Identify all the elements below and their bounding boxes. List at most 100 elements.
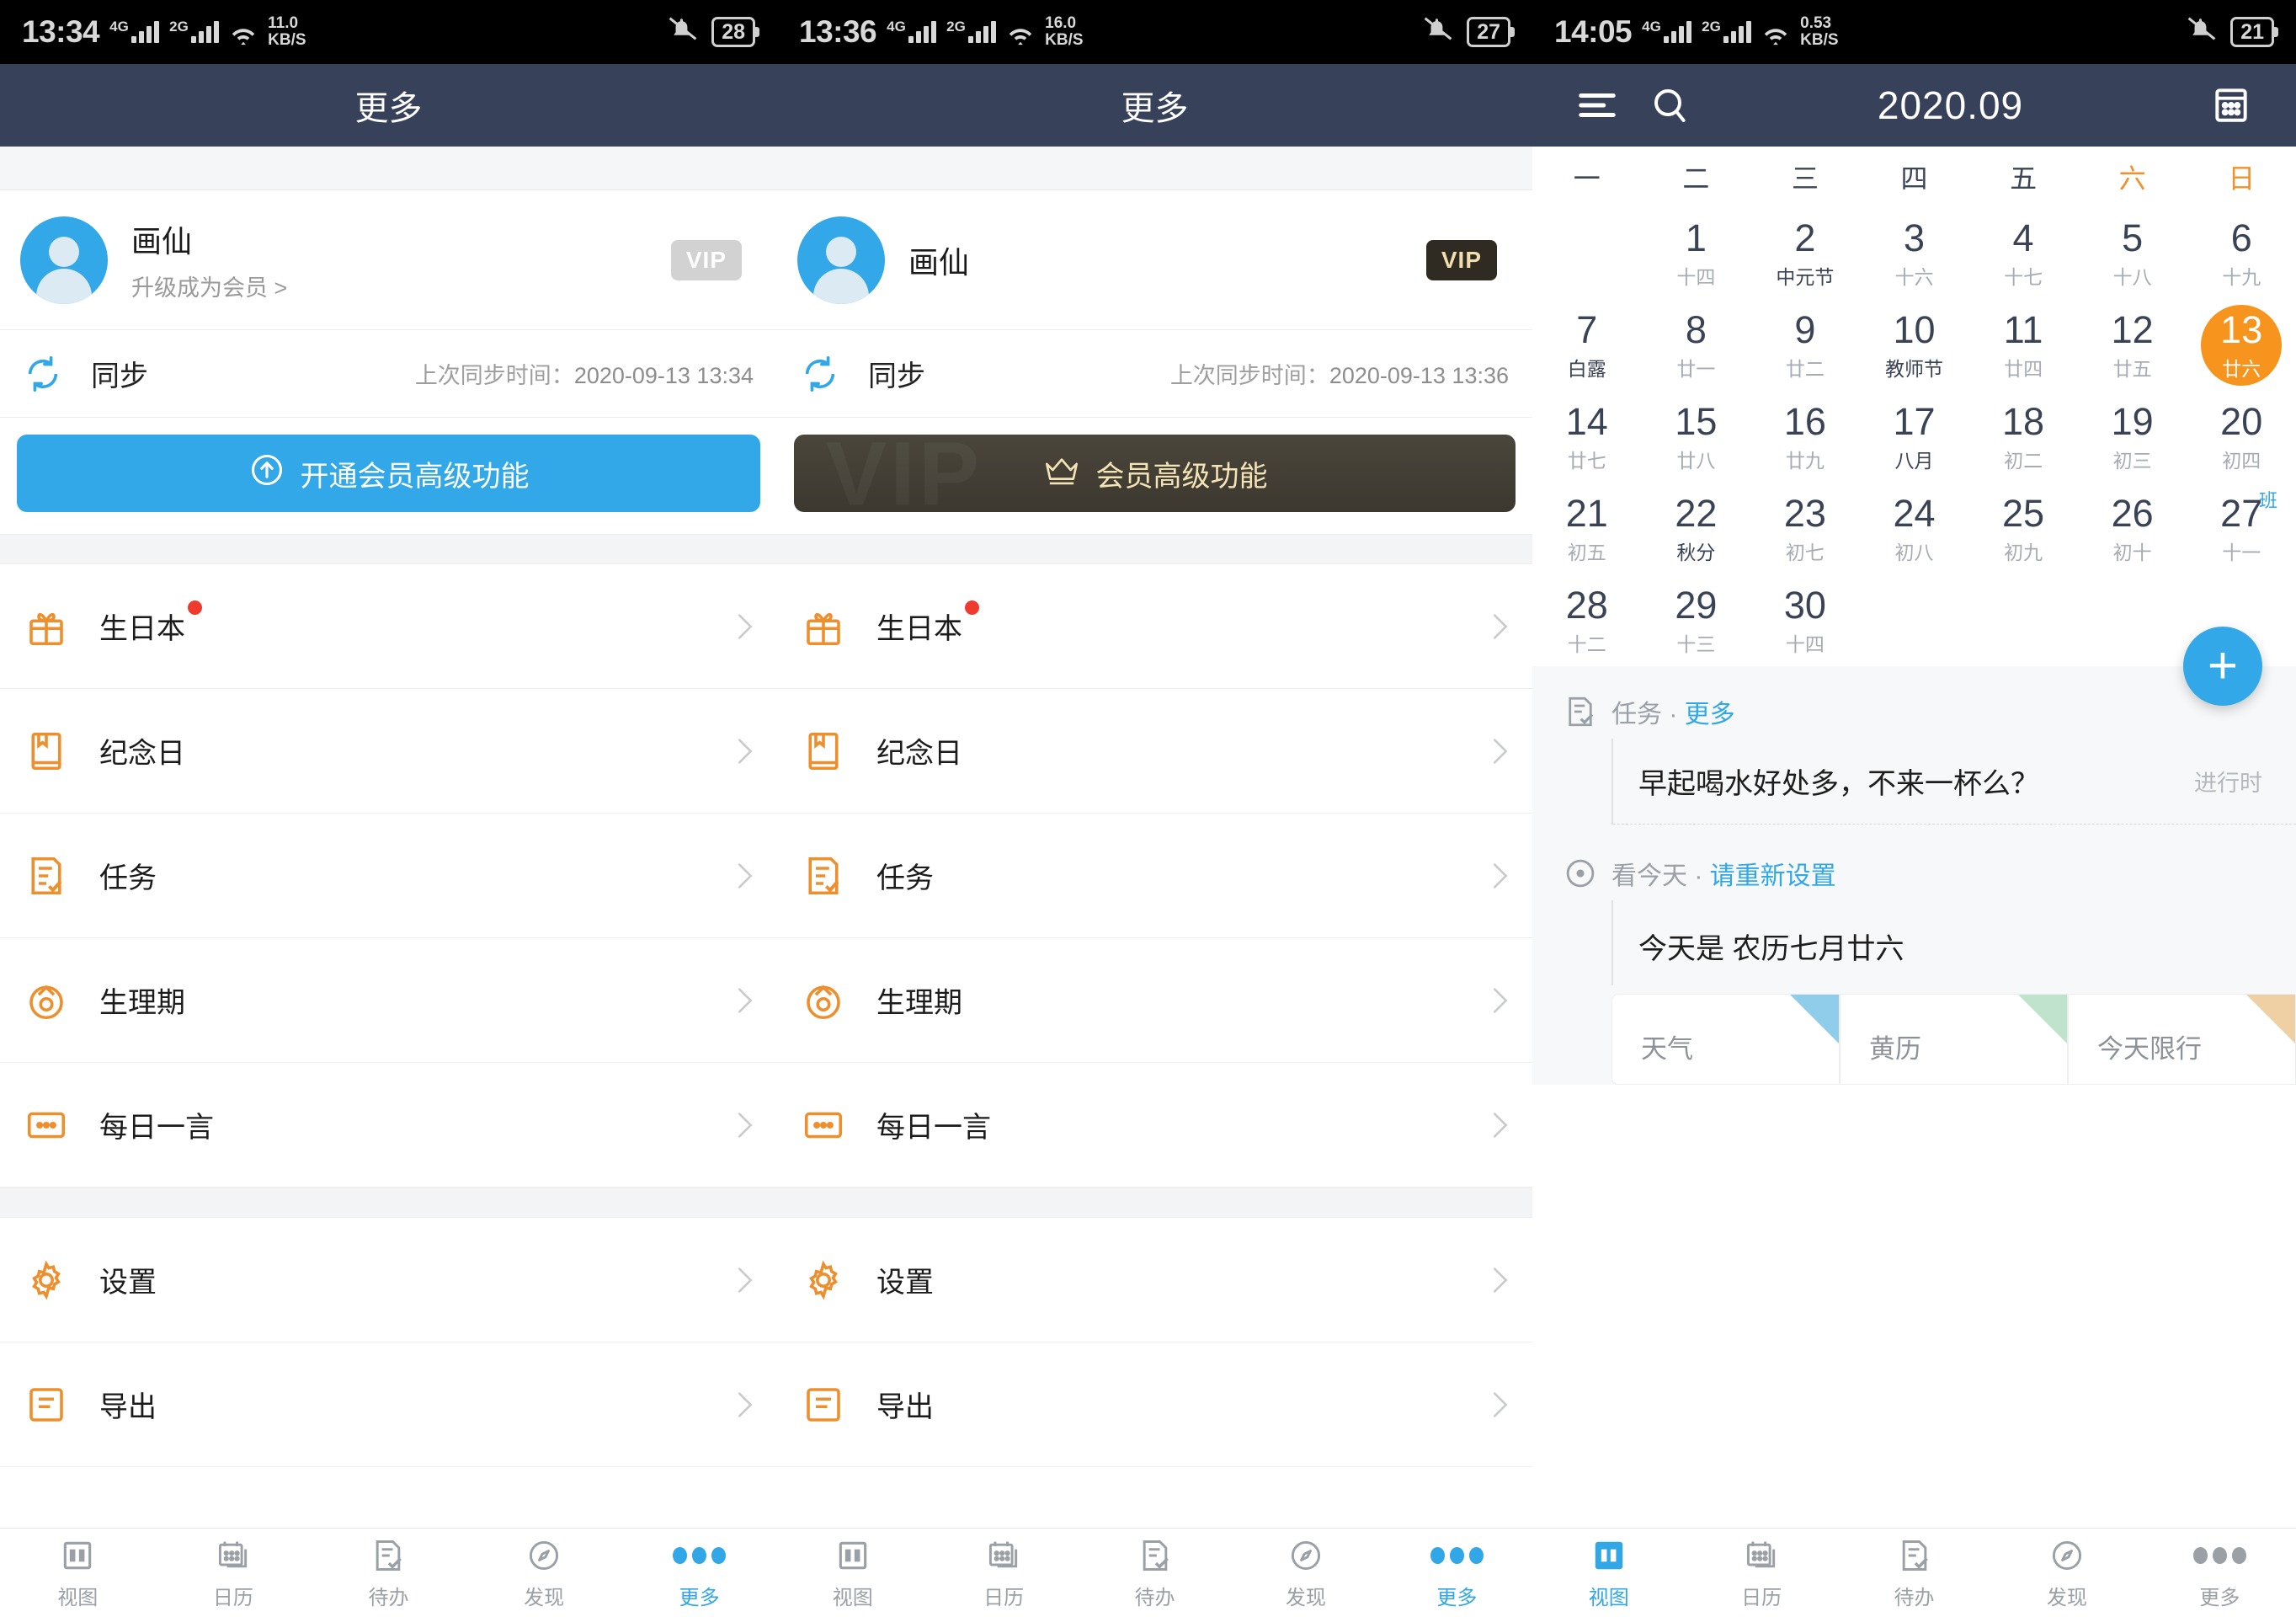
calendar-day-8[interactable]: 8 廿一 — [1642, 299, 1751, 391]
menu-item-task[interactable]: 任务 — [777, 814, 1532, 938]
day-number: 20 — [2220, 399, 2263, 443]
vip-features-button[interactable]: VIP 会员高级功能 — [794, 435, 1516, 512]
task-check-icon — [801, 853, 846, 899]
profile-row-2[interactable]: 画仙 VIP — [777, 190, 1532, 330]
menu-item-birthday[interactable]: 生日本 — [0, 564, 777, 689]
task-more-link[interactable]: 更多 — [1685, 701, 1735, 728]
calendar-day-26[interactable]: 26 初十 — [2078, 483, 2187, 574]
nav-item-view[interactable]: 视图 — [0, 1536, 156, 1610]
profile-row-1[interactable]: 画仙 升级成为会员 > VIP — [0, 190, 777, 330]
nav-item-more[interactable]: 更多 — [621, 1536, 777, 1610]
today-reset-link[interactable]: 请重新设置 — [1710, 862, 1836, 890]
nav-item-view[interactable]: 视图 — [777, 1536, 928, 1610]
status-time: 14:05 — [1554, 14, 1633, 49]
add-event-fab[interactable]: + — [2183, 627, 2262, 706]
calendar-day-12[interactable]: 12 廿五 — [2078, 299, 2187, 391]
calendar-day-22[interactable]: 22 秋分 — [1642, 483, 1751, 574]
calendar-day-9[interactable]: 9 廿二 — [1750, 299, 1860, 391]
nav-item-discover[interactable]: 发现 — [1230, 1536, 1381, 1610]
menu-item-export[interactable]: 导出 — [777, 1342, 1532, 1467]
calendar-day-16[interactable]: 16 廿九 — [1750, 391, 1860, 483]
vip-button-wrap-1: 开通会员高级功能 — [0, 418, 777, 534]
calendar-day-24[interactable]: 24 初八 — [1860, 483, 1969, 574]
bottom-nav-1: 视图 日历 待办 发现 更多 — [0, 1528, 777, 1617]
calendar-day-29[interactable]: 29 十三 — [1642, 574, 1751, 666]
calendar-day-5[interactable]: 5 十八 — [2078, 207, 2187, 299]
month-title[interactable]: 2020.09 — [1706, 83, 2195, 128]
nav-item-calendar[interactable]: 日历 — [156, 1536, 312, 1610]
menu-item-settings[interactable]: 设置 — [777, 1218, 1532, 1342]
activate-vip-button[interactable]: 开通会员高级功能 — [17, 435, 760, 512]
calendar-day-11[interactable]: 11 廿四 — [1968, 299, 2078, 391]
mute-bell-icon — [2185, 14, 2219, 51]
day-lunar: 十八 — [2112, 265, 2152, 288]
chevron-right-icon — [737, 737, 754, 766]
sync-timestamp: 上次同步时间：2020-09-13 13:34 — [414, 363, 754, 388]
calendar-day-10[interactable]: 10 教师节 — [1860, 299, 1969, 391]
calendar-day-18[interactable]: 18 初二 — [1968, 391, 2078, 483]
menu-item-task[interactable]: 任务 — [0, 814, 777, 938]
nav-item-calendar[interactable]: 日历 — [1685, 1536, 1837, 1610]
day-lunar: 十二 — [1567, 632, 1606, 655]
page-title: 更多 — [354, 90, 423, 127]
calendar-day-23[interactable]: 23 初七 — [1750, 483, 1860, 574]
calendar-day-1[interactable]: 1 十四 — [1642, 207, 1751, 299]
menu-item-daily-quote[interactable]: 每日一言 — [777, 1063, 1532, 1187]
card-weather[interactable]: 天气 — [1611, 994, 1840, 1085]
calendar-day-2[interactable]: 2 中元节 — [1750, 207, 1860, 299]
sync-row-1[interactable]: 同步 上次同步时间：2020-09-13 13:34 — [0, 330, 777, 418]
calendar-day-25[interactable]: 25 初九 — [1968, 483, 2078, 574]
menu-item-anniversary[interactable]: 纪念日 — [777, 689, 1532, 814]
nav-item-calendar[interactable]: 日历 — [928, 1536, 1079, 1610]
calendar-day-13[interactable]: 13 廿六 — [2187, 299, 2296, 391]
task-row[interactable]: 早起喝水好处多，不来一杯么？ 进行时 — [1613, 739, 2296, 825]
chevron-right-icon — [737, 1390, 754, 1419]
nav-item-todo[interactable]: 待办 — [311, 1536, 466, 1610]
calendar-day-4[interactable]: 4 十七 — [1968, 207, 2078, 299]
avatar[interactable] — [20, 216, 108, 304]
avatar[interactable] — [797, 216, 885, 304]
calendar-day-28[interactable]: 28 十二 — [1532, 574, 1642, 666]
nav-item-more[interactable]: 更多 — [1382, 1536, 1532, 1610]
calendar-day-17[interactable]: 17 八月 — [1860, 391, 1969, 483]
menu-item-period[interactable]: 生理期 — [777, 938, 1532, 1063]
menu-item-daily-quote[interactable]: 每日一言 — [0, 1063, 777, 1187]
book-icon — [24, 728, 69, 774]
calendar-day-14[interactable]: 14 廿七 — [1532, 391, 1642, 483]
calendar-day-6[interactable]: 6 十九 — [2187, 207, 2296, 299]
calendar-day-21[interactable]: 21 初五 — [1532, 483, 1642, 574]
nav-label: 更多 — [2199, 1586, 2240, 1609]
nav-item-discover[interactable]: 发现 — [1990, 1536, 2143, 1610]
nav-item-todo[interactable]: 待办 — [1079, 1536, 1230, 1610]
menu-label: 纪念日 — [876, 738, 962, 770]
menu-item-anniversary[interactable]: 纪念日 — [0, 689, 777, 814]
todo-check-icon — [1137, 1536, 1174, 1575]
three-phone-screenshots: 13:34 4G 2G 11.0 KB/S 28 更多 画仙 升级成为会员 > … — [0, 0, 2296, 1617]
calendar-day-30[interactable]: 30 十四 — [1750, 574, 1860, 666]
calendar-day-15[interactable]: 15 廿八 — [1642, 391, 1751, 483]
menu-list-1b: 设置 导出 — [0, 1218, 777, 1467]
nav-item-more[interactable]: 更多 — [2144, 1536, 2296, 1610]
card-traffic-restriction[interactable]: 今天限行 — [2068, 994, 2296, 1085]
list-divider-2b — [777, 1187, 1532, 1218]
menu-item-birthday[interactable]: 生日本 — [777, 564, 1532, 689]
calendar-grid-icon[interactable] — [2195, 84, 2267, 126]
sync-row-2[interactable]: 同步 上次同步时间：2020-09-13 13:36 — [777, 330, 1532, 418]
nav-item-view[interactable]: 视图 — [1532, 1536, 1685, 1610]
search-icon[interactable] — [1633, 85, 1706, 125]
calendar-day-27[interactable]: 班 27 十一 — [2187, 483, 2296, 574]
menu-item-period[interactable]: 生理期 — [0, 938, 777, 1063]
nav-item-todo[interactable]: 待办 — [1838, 1536, 1990, 1610]
card-almanac[interactable]: 黄历 — [1840, 994, 2068, 1085]
mute-bell-icon — [666, 14, 700, 51]
menu-item-export[interactable]: 导出 — [0, 1342, 777, 1467]
calendar-day-19[interactable]: 19 初三 — [2078, 391, 2187, 483]
menu-item-settings[interactable]: 设置 — [0, 1218, 777, 1342]
calendar-day-7[interactable]: 7 白露 — [1532, 299, 1642, 391]
calendar-day-3[interactable]: 3 十六 — [1860, 207, 1969, 299]
hamburger-icon[interactable] — [1561, 88, 1633, 122]
nav-item-discover[interactable]: 发现 — [466, 1536, 622, 1610]
upgrade-link[interactable]: 升级成为会员 > — [131, 270, 287, 302]
day-lunar: 十六 — [1894, 265, 1934, 288]
calendar-day-20[interactable]: 20 初四 — [2187, 391, 2296, 483]
